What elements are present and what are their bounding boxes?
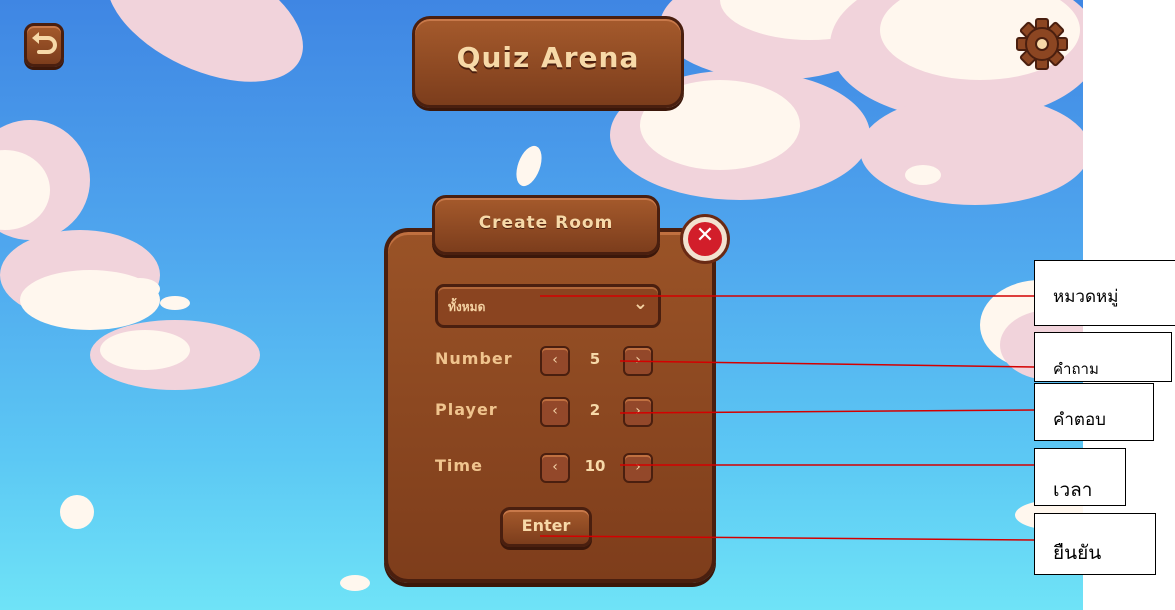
close-button[interactable]: ✕ xyxy=(680,214,730,264)
player-value: 2 xyxy=(589,401,601,419)
player-increase-button[interactable]: › xyxy=(623,397,653,427)
cloud xyxy=(905,165,941,185)
chevron-left-icon: ‹ xyxy=(552,459,558,475)
annotation-text: เวลา xyxy=(1053,479,1093,501)
player-label: Player xyxy=(435,400,498,419)
game-title: Quiz Arena xyxy=(456,41,640,74)
cloud xyxy=(340,575,370,591)
annotation-text: หมวดหมู่ xyxy=(1053,287,1119,307)
annotation-confirm: ยืนยัน xyxy=(1034,513,1156,575)
cloud xyxy=(60,495,94,529)
time-label: Time xyxy=(435,456,483,475)
number-value: 5 xyxy=(589,350,601,368)
back-arrow-icon xyxy=(32,32,57,54)
enter-label: Enter xyxy=(521,516,571,535)
number-label: Number xyxy=(435,349,513,368)
back-button[interactable] xyxy=(24,23,64,67)
chevron-down-icon: ⌄ xyxy=(632,293,648,314)
player-decrease-button[interactable]: ‹ xyxy=(540,397,570,427)
annotation-category: หมวดหมู่ xyxy=(1034,260,1175,326)
chevron-right-icon: › xyxy=(635,352,641,368)
chevron-right-icon: › xyxy=(635,459,641,475)
panel-header: Create Room xyxy=(432,195,660,255)
cloud xyxy=(160,296,190,310)
cloud xyxy=(86,0,324,110)
cloud xyxy=(120,278,160,300)
chevron-left-icon: ‹ xyxy=(552,352,558,368)
category-value: ทั้งหมด xyxy=(448,300,486,314)
panel-title: Create Room xyxy=(478,213,614,233)
annotation-text: คำถาม xyxy=(1053,360,1099,378)
game-screen: Quiz Arena Create Room ✕ ทั้งหมด ⌄ Numbe… xyxy=(0,0,1083,610)
cloud xyxy=(511,142,547,190)
chevron-right-icon: › xyxy=(635,403,641,419)
annotation-question: คำถาม xyxy=(1034,332,1172,382)
cloud xyxy=(860,95,1083,205)
time-decrease-button[interactable]: ‹ xyxy=(540,453,570,483)
gear-icon[interactable] xyxy=(1016,18,1068,70)
number-decrease-button[interactable]: ‹ xyxy=(540,346,570,376)
time-value: 10 xyxy=(584,457,606,475)
close-icon: ✕ xyxy=(695,223,715,248)
category-dropdown[interactable]: ทั้งหมด ⌄ xyxy=(435,284,661,328)
cloud xyxy=(100,330,190,370)
number-increase-button[interactable]: › xyxy=(623,346,653,376)
chevron-left-icon: ‹ xyxy=(552,403,558,419)
time-increase-button[interactable]: › xyxy=(623,453,653,483)
annotation-text: ยืนยัน xyxy=(1053,542,1102,564)
title-board: Quiz Arena xyxy=(412,16,684,108)
enter-button[interactable]: Enter xyxy=(500,507,592,547)
annotation-time: เวลา xyxy=(1034,448,1126,506)
annotation-answer: คำตอบ xyxy=(1034,383,1154,441)
annotation-text: คำตอบ xyxy=(1053,410,1106,430)
